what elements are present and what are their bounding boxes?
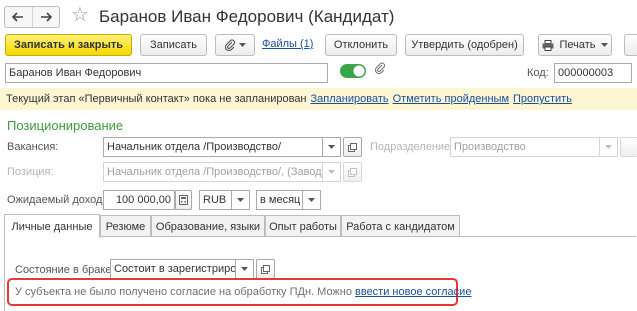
chevron-down-icon: [241, 267, 248, 271]
chevron-down-icon: [328, 145, 335, 149]
subdivision-dropdown: [600, 137, 618, 157]
subdivision-label: Подразделение:: [370, 141, 454, 153]
forward-button[interactable]: [31, 7, 59, 27]
back-button[interactable]: [5, 7, 32, 27]
window-title: Баранов Иван Федорович (Кандидат): [99, 7, 395, 26]
period-dropdown[interactable]: [303, 190, 321, 210]
vacancy-field[interactable]: Начальник отдела /Производство/: [103, 137, 323, 157]
chevron-down-icon: [237, 198, 244, 202]
copy-icon: [348, 167, 357, 177]
arrow-right-icon: [40, 12, 52, 22]
tab-education[interactable]: Образование, языки: [151, 215, 265, 237]
attach-button[interactable]: [215, 34, 255, 56]
name-field[interactable]: Баранов Иван Федорович: [5, 63, 328, 83]
code-field[interactable]: 000000003: [554, 63, 632, 83]
chevron-down-icon: [605, 145, 612, 149]
calculator-button[interactable]: [175, 190, 192, 210]
income-field[interactable]: 100 000,00: [103, 190, 175, 210]
printer-icon: [542, 39, 554, 51]
consent-warning: У субъекта не было получено согласие на …: [7, 278, 471, 306]
position-field: Начальник отдела /Производство/, (Завод): [103, 162, 323, 182]
positioning-section-title: Позиционирование: [7, 118, 124, 133]
copy-icon: [261, 264, 270, 274]
calculator-icon: [179, 195, 188, 205]
print-label: Печать: [559, 39, 596, 51]
marital-status-label: Состояние в браке:: [15, 264, 115, 276]
reject-button[interactable]: Отклонить: [325, 34, 397, 56]
chevron-down-icon: [600, 43, 608, 47]
new-consent-link[interactable]: ввести новое согласие: [355, 286, 471, 298]
notice-text: Текущий этап «Первичный контакт» пока не…: [6, 93, 307, 105]
navigation-buttons: [4, 6, 60, 28]
chevron-down-icon: [328, 170, 335, 174]
skip-link[interactable]: Пропустить: [513, 93, 572, 105]
subdivision-open-button: [620, 137, 637, 157]
subdivision-field: Производство: [450, 137, 600, 157]
copy-icon: [348, 142, 357, 152]
paperclip-icon[interactable]: [374, 62, 386, 76]
position-dropdown: [323, 162, 341, 182]
tab-candidate-work[interactable]: Работа с кандидатом: [341, 215, 460, 237]
position-open-button: [343, 162, 362, 182]
print-button[interactable]: Печать: [538, 34, 612, 56]
more-button[interactable]: [624, 34, 637, 56]
consent-warning-text: У субъекта не было получено согласие на …: [15, 286, 352, 298]
chevron-down-icon: [308, 198, 315, 202]
income-label: Ожидаемый доход:: [7, 194, 106, 206]
save-and-close-button[interactable]: Записать и закрыть: [5, 34, 132, 56]
period-field[interactable]: в месяц: [256, 190, 303, 210]
marital-status-field[interactable]: Состоит в зарегистрирова: [110, 259, 236, 279]
files-link[interactable]: Файлы (1): [262, 38, 313, 50]
tab-resume[interactable]: Резюме: [100, 215, 151, 237]
star-icon[interactable]: ☆: [71, 4, 89, 26]
vacancy-open-button[interactable]: [343, 137, 362, 157]
schedule-link[interactable]: Запланировать: [311, 93, 389, 105]
vacancy-label: Вакансия:: [7, 141, 59, 153]
save-button[interactable]: Записать: [140, 34, 207, 56]
approve-button[interactable]: Утвердить (одобрен): [405, 34, 524, 56]
marital-status-open-button[interactable]: [256, 259, 275, 279]
code-label: Код:: [527, 67, 549, 79]
mark-done-link[interactable]: Отметить пройденным: [393, 93, 509, 105]
currency-dropdown[interactable]: [232, 190, 250, 210]
position-label: Позиция:: [7, 166, 54, 178]
chevron-down-icon: [239, 43, 246, 47]
toggle-icon[interactable]: [340, 64, 366, 78]
tab-personal-data[interactable]: Личные данные: [4, 214, 100, 238]
paperclip-icon: [224, 39, 236, 51]
tab-panel-border: [4, 237, 5, 311]
vacancy-dropdown[interactable]: [323, 137, 341, 157]
arrow-left-icon: [12, 12, 24, 22]
tab-experience[interactable]: Опыт работы: [265, 215, 341, 237]
tab-divider: [100, 236, 636, 237]
currency-field[interactable]: RUB: [199, 190, 232, 210]
marital-status-dropdown[interactable]: [236, 259, 254, 279]
stage-notice: Текущий этап «Первичный контакт» пока не…: [0, 88, 637, 110]
